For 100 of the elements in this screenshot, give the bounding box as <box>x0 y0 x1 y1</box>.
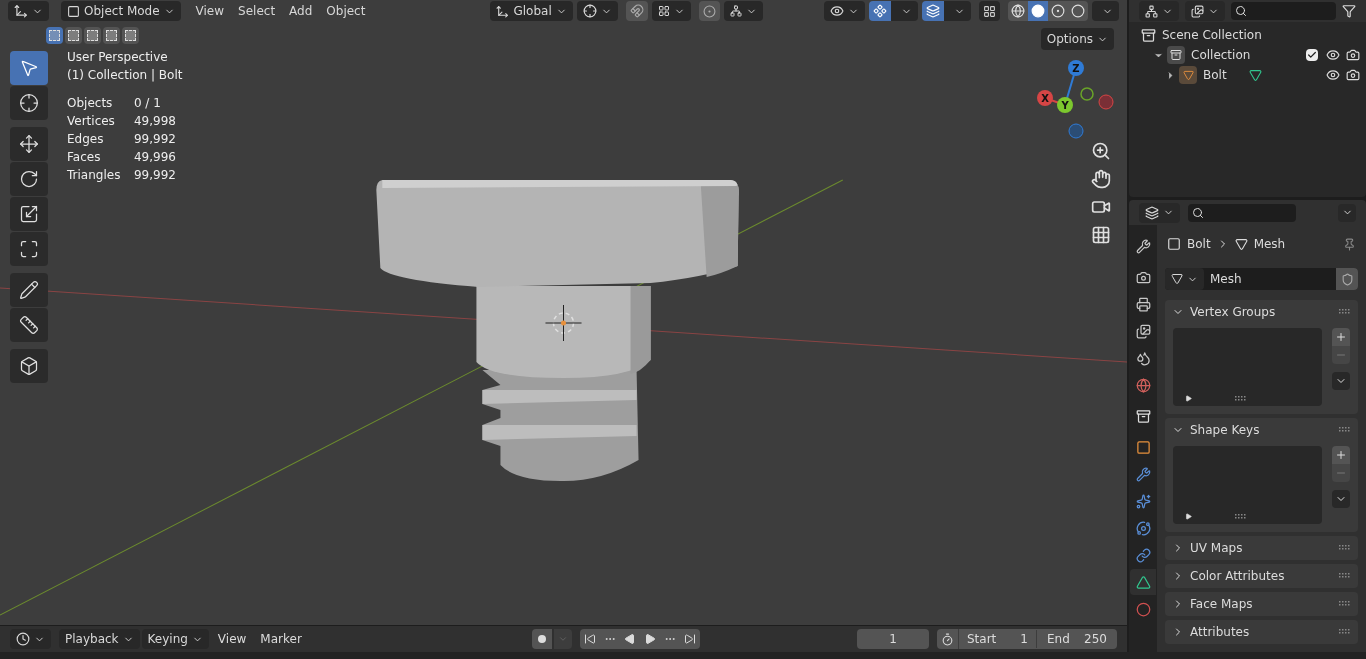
drag-handle-icon[interactable] <box>1339 601 1351 607</box>
filter-mode-dropdown[interactable] <box>1185 1 1225 21</box>
zoom-icon[interactable] <box>1091 141 1111 161</box>
search-field[interactable] <box>1188 203 1296 222</box>
menu-dropdown[interactable]: Keying <box>141 629 209 649</box>
play-icon[interactable] <box>1185 513 1192 520</box>
eye-icon[interactable] <box>1326 68 1340 82</box>
record-button[interactable] <box>531 629 552 649</box>
reverse-play-icon <box>623 633 636 645</box>
current-frame-field[interactable]: 1 <box>857 629 929 649</box>
frame-icon <box>19 239 39 259</box>
dashed-square-icon <box>106 30 117 41</box>
pivot-dropdown[interactable] <box>576 1 618 21</box>
ruler-tool[interactable] <box>10 308 48 342</box>
axes-icon <box>496 4 510 18</box>
grid-icon[interactable] <box>1091 225 1111 245</box>
mesh-browse-dropdown[interactable] <box>1165 268 1204 290</box>
outliner-row[interactable]: Collection <box>1129 45 1366 65</box>
menu-button[interactable] <box>1332 372 1350 390</box>
globe-icon <box>1135 377 1151 393</box>
drag-handle-icon[interactable] <box>1339 545 1351 551</box>
falloff-dropdown[interactable] <box>723 1 763 21</box>
select-box-tool[interactable] <box>10 51 48 85</box>
3d-cursor-icon <box>545 304 582 342</box>
selection-mode-button[interactable] <box>103 27 120 44</box>
menu-item[interactable]: View <box>210 630 254 648</box>
panel-header[interactable]: Shape Keys <box>1165 418 1358 442</box>
fake-user-button[interactable] <box>1336 268 1358 290</box>
visibility-dropdown[interactable] <box>824 1 865 21</box>
checkbox[interactable] <box>1306 49 1318 61</box>
menu-dropdown[interactable]: Playback <box>59 629 140 649</box>
editor-type-button[interactable] <box>1139 202 1180 223</box>
gizmo-icon <box>873 4 887 18</box>
filter-icon[interactable] <box>1342 4 1356 18</box>
drag-handle-icon[interactable] <box>1339 629 1351 635</box>
selection-mode-button[interactable] <box>84 27 101 44</box>
start-frame-field[interactable]: Start 1 <box>959 630 1037 648</box>
outliner-row[interactable]: Bolt <box>1129 65 1366 85</box>
solid-shading-button[interactable] <box>1028 1 1048 21</box>
eye-icon[interactable] <box>1326 48 1340 62</box>
rotate-icon <box>19 169 39 189</box>
drag-handle-icon[interactable] <box>1339 573 1351 579</box>
options-dropdown[interactable] <box>1338 203 1356 222</box>
editor-type-button[interactable] <box>8 1 49 21</box>
crosshair-icon <box>19 93 39 113</box>
stat-label: Objects <box>67 95 114 112</box>
dashed-square-icon <box>49 30 60 41</box>
menu-item[interactable]: Select <box>231 2 283 20</box>
menu-item[interactable]: Object <box>319 2 373 20</box>
editor-type-button[interactable] <box>10 629 51 649</box>
selection-mode-button[interactable] <box>122 27 139 44</box>
panel-header[interactable]: Vertex Groups <box>1165 300 1358 324</box>
scale-tool[interactable] <box>10 197 48 231</box>
options-dropdown[interactable]: Options <box>1040 28 1114 50</box>
overlays-toggle[interactable] <box>922 1 944 21</box>
search-field[interactable] <box>1231 2 1336 20</box>
menu-item[interactable]: Marker <box>253 630 309 648</box>
snap-toggle[interactable] <box>625 1 648 21</box>
selection-mode-button[interactable] <box>46 27 63 44</box>
sphere-icon <box>1135 601 1151 617</box>
menu-item[interactable]: View <box>188 2 232 20</box>
axis-gizmo[interactable]: Z X Y <box>1036 58 1116 142</box>
orientation-dropdown[interactable]: Global <box>490 1 573 21</box>
panel-header[interactable]: UV Maps <box>1165 536 1358 560</box>
pin-icon[interactable] <box>1343 237 1356 251</box>
selection-mode-button[interactable] <box>65 27 82 44</box>
proportional-toggle[interactable] <box>698 1 720 21</box>
panel-header[interactable]: Face Maps <box>1165 592 1358 616</box>
end-frame-field[interactable]: End 250 <box>1037 630 1117 648</box>
panel-header[interactable]: Attributes <box>1165 620 1358 644</box>
pencil-tool[interactable] <box>10 273 48 307</box>
panel-header[interactable]: Color Attributes <box>1165 564 1358 588</box>
drag-handle-icon[interactable] <box>1339 309 1351 315</box>
add-button[interactable] <box>1332 446 1350 464</box>
drag-handle-icon[interactable] <box>1235 514 1247 520</box>
cube-tool[interactable] <box>10 349 48 383</box>
drag-handle-icon[interactable] <box>1339 427 1351 433</box>
snap-dropdown[interactable] <box>651 1 691 21</box>
outliner-row[interactable]: Scene Collection <box>1129 25 1366 45</box>
mode-dropdown[interactable]: Object Mode <box>61 1 181 21</box>
move-tool[interactable] <box>10 127 48 161</box>
camera-icon[interactable] <box>1346 48 1360 62</box>
hand-icon[interactable] <box>1091 169 1111 189</box>
xray-toggle[interactable] <box>979 1 1000 21</box>
dashed-square-icon <box>68 30 79 41</box>
sparkles-icon <box>1135 493 1151 509</box>
wrench-icon <box>1135 238 1151 254</box>
play-icon[interactable] <box>1185 395 1192 402</box>
gizmo-toggle[interactable] <box>869 1 891 21</box>
rotate-tool[interactable] <box>10 162 48 196</box>
camera-icon[interactable] <box>1346 68 1360 82</box>
crosshair-tool[interactable] <box>10 86 48 120</box>
drag-handle-icon[interactable] <box>1235 396 1247 402</box>
menu-item[interactable]: Add <box>282 2 320 20</box>
triangle-tab[interactable] <box>1130 569 1156 595</box>
object-icon <box>1167 237 1181 251</box>
menu-button[interactable] <box>1332 490 1350 508</box>
add-button[interactable] <box>1332 328 1350 346</box>
transform-tool[interactable] <box>10 232 48 266</box>
display-mode-dropdown[interactable] <box>1139 1 1179 21</box>
